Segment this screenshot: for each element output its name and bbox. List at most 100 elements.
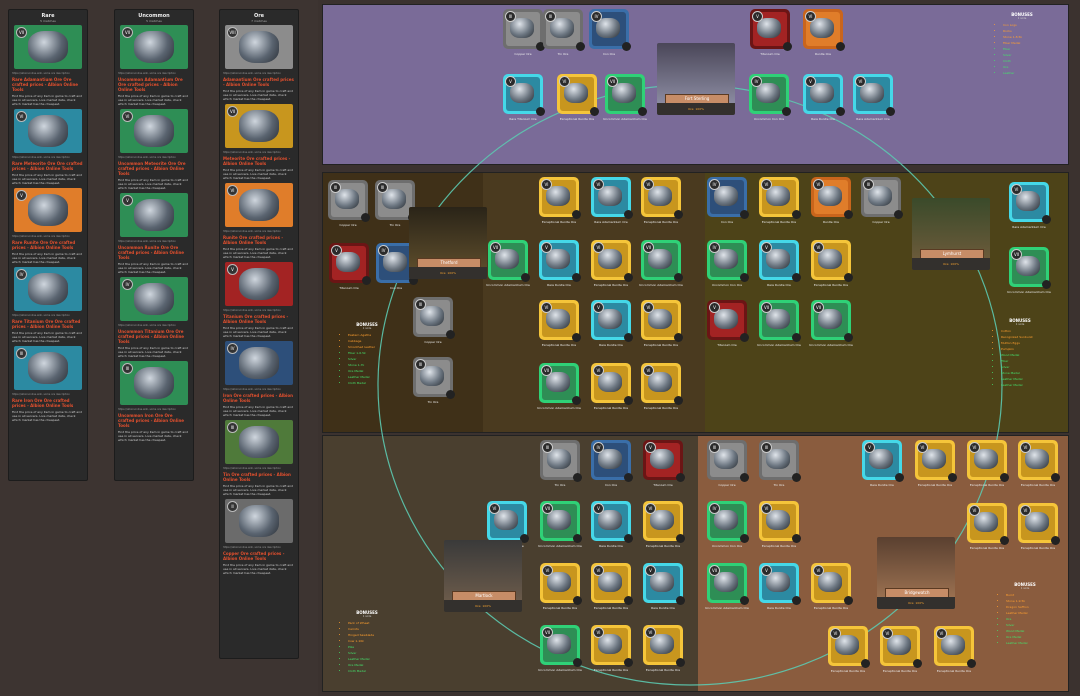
bonus-item: Cabbage xyxy=(348,339,394,343)
ore-item-tile[interactable]: V Rare Runite Ore xyxy=(643,563,685,610)
ore-item-tile[interactable]: VII Uncommon Adamantium Ore xyxy=(757,300,801,347)
ore-item-tile[interactable]: VI Exceptional Runite Ore xyxy=(967,503,1009,550)
ore-item-tile[interactable]: VI Exceptional Runite Ore xyxy=(811,563,853,610)
tier-badge: VI xyxy=(1020,505,1031,516)
ore-item-tile[interactable]: VI Runite Ore xyxy=(803,9,845,56)
ore-item-tile[interactable]: VII Uncommon Adamantium Ore xyxy=(538,625,582,672)
ore-item-tile[interactable]: VI Exceptional Runite Ore xyxy=(641,300,683,347)
ore-item-tile[interactable]: IV Uncommon Iron Ore xyxy=(707,501,749,548)
item-label: Exceptional Runite Ore xyxy=(813,283,849,287)
ore-item-tile[interactable]: III Copper Ore xyxy=(328,180,370,227)
ore-item-tile[interactable]: IV Uncommon Iron Ore xyxy=(707,240,749,287)
ore-item-tile[interactable]: VII Uncommon Adamantium Ore xyxy=(538,501,582,548)
city-card-lymhurst[interactable]: Lymhurst Ore: 100% xyxy=(912,198,990,270)
ore-item-tile[interactable]: VIRare Adamantium Ore xyxy=(591,177,633,224)
ore-item-tile[interactable]: V Rare Runite Ore xyxy=(759,240,801,287)
ore-item-tile[interactable]: VI Exceptional Runite Ore xyxy=(540,563,582,610)
ore-item-tile[interactable]: V Rare Runite Ore xyxy=(591,300,633,347)
item-label: Exceptional Runite Ore xyxy=(882,669,918,673)
tier-badge: VI xyxy=(917,442,928,453)
item-label: Rare Runite Ore xyxy=(651,606,675,610)
ore-item-tile[interactable]: VI Exceptional Runite Ore xyxy=(880,626,922,673)
ore-item-tile[interactable]: V Titanium Ore xyxy=(329,243,371,290)
ore-item-tile[interactable]: V Rare Titanium Ore xyxy=(503,74,545,121)
bonus-item: Stone Medal xyxy=(1001,371,1047,375)
ore-item-tile[interactable]: III Copper Ore xyxy=(707,440,749,487)
ore-item-tile[interactable]: III Copper Ore xyxy=(861,177,903,224)
ore-item-tile[interactable]: V Titanium Ore xyxy=(707,300,749,347)
item-label: Iron Ore xyxy=(720,220,734,224)
ore-item-tile[interactable]: VI Exceptional Runite Ore xyxy=(759,177,801,224)
legend-subtitle: 1 node xyxy=(1020,587,1030,590)
ore-item-tile[interactable]: VIRare Adamantium Ore xyxy=(487,501,529,548)
item-label: Exceptional Runite Ore xyxy=(593,606,629,610)
bonus-legend: BONUSES1 nodeBurntStone 1-9.5kDragon Saf… xyxy=(998,582,1052,647)
ore-item-tile[interactable]: VI Exceptional Runite Ore xyxy=(641,363,683,410)
ore-item-tile[interactable]: VI Exceptional Runite Ore xyxy=(643,501,685,548)
ore-item-tile[interactable]: V Rare Runite Ore xyxy=(539,240,581,287)
ore-item-tile[interactable]: III Tin Ore xyxy=(543,9,585,56)
ore-item-tile[interactable]: III Tin Ore xyxy=(759,440,801,487)
tier-badge: III xyxy=(761,442,772,453)
ore-item-tile[interactable]: VI Exceptional Runite Ore xyxy=(967,440,1009,487)
ore-item-tile[interactable]: VII Uncommon Adamantium Ore xyxy=(1007,247,1051,294)
ore-item-tile[interactable]: V Titanium Ore xyxy=(750,9,792,56)
ore-item-tile[interactable]: V Rare Runite Ore xyxy=(759,563,801,610)
ore-item-tile[interactable]: V Rare Runite Ore xyxy=(862,440,904,487)
tier-badge: VI xyxy=(593,627,604,638)
ore-item-tile[interactable]: VI Exceptional Runite Ore xyxy=(539,177,581,224)
bonus-item: Cotton xyxy=(1001,329,1047,333)
tier-badge: VII xyxy=(541,365,552,376)
city-card-thetford[interactable]: Thetford Ore: 100% xyxy=(409,207,487,279)
ore-item-tile[interactable]: IV Iron Ore xyxy=(707,177,749,224)
ore-item-tile[interactable]: VII Uncommon Adamantium Ore xyxy=(809,300,853,347)
ore-item-tile[interactable]: VI Exceptional Runite Ore xyxy=(643,625,685,672)
city-card-martlock[interactable]: Martlock Ore: 100% xyxy=(444,540,522,612)
ore-item-tile[interactable]: VI Exceptional Runite Ore xyxy=(591,363,633,410)
ore-item-tile[interactable]: VII Uncommon Adamantium Ore xyxy=(603,74,647,121)
city-card-fortsterling[interactable]: Fort Sterling Ore: 100% xyxy=(657,43,735,115)
ore-item-tile[interactable]: VI Exceptional Runite Ore xyxy=(641,177,683,224)
ore-item-tile[interactable]: V Rare Runite Ore xyxy=(591,501,633,548)
item-label: Copper Ore xyxy=(872,220,890,224)
ore-item-tile[interactable]: V Titanium Ore xyxy=(643,440,685,487)
ore-item-tile[interactable]: VI Exceptional Runite Ore xyxy=(539,300,581,347)
ore-item-tile[interactable]: III Copper Ore xyxy=(503,9,545,56)
ore-item-tile[interactable]: VI Exceptional Runite Ore xyxy=(591,563,633,610)
bonus-item: Recognized Sunburst xyxy=(1001,335,1047,339)
ore-item-tile[interactable]: VII Uncommon Adamantium Ore xyxy=(537,363,581,410)
ore-item-tile[interactable]: VIRare Adamantium Ore xyxy=(853,74,895,121)
item-label: Titanium Ore xyxy=(653,483,673,487)
ore-item-tile[interactable]: V Rare Runite Ore xyxy=(803,74,845,121)
item-label: Exceptional Runite Ore xyxy=(541,343,577,347)
tier-badge: III xyxy=(415,299,426,310)
ore-item-tile[interactable]: III Tin Ore xyxy=(413,357,455,404)
item-label: Rare Adamantium Ore xyxy=(856,117,890,121)
ore-item-tile[interactable]: III Copper Ore xyxy=(413,297,455,344)
ore-item-tile[interactable]: VI Exceptional Runite Ore xyxy=(557,74,599,121)
ore-item-tile[interactable]: VI Exceptional Runite Ore xyxy=(591,625,633,672)
ore-item-tile[interactable]: VI Exceptional Runite Ore xyxy=(915,440,957,487)
ore-item-tile[interactable]: VI Exceptional Runite Ore xyxy=(759,501,801,548)
ore-item-tile[interactable]: VI Exceptional Runite Ore xyxy=(591,240,633,287)
legend-subtitle: 1 node xyxy=(362,327,372,330)
ore-item-tile[interactable]: VI Exceptional Runite Ore xyxy=(828,626,870,673)
ore-item-tile[interactable]: VII Uncommon Adamantium Ore xyxy=(639,240,683,287)
bonus-item: Eastern Agatha xyxy=(348,333,394,337)
ore-item-tile[interactable]: VI Exceptional Runite Ore xyxy=(1018,503,1060,550)
bonus-legend: BONUSES1 nodePack of WheatCarrotsHinged … xyxy=(340,610,394,675)
ore-item-tile[interactable]: VIRare Adamantium Ore xyxy=(1009,182,1051,229)
city-card-bridgewatch[interactable]: Bridgewatch Ore: 100% xyxy=(877,537,955,609)
ore-item-tile[interactable]: VI Exceptional Runite Ore xyxy=(934,626,976,673)
ore-item-tile[interactable]: VII Uncommon Adamantium Ore xyxy=(486,240,530,287)
ore-item-tile[interactable]: VI Exceptional Runite Ore xyxy=(811,240,853,287)
ore-item-tile[interactable]: VII Uncommon Adamantium Ore xyxy=(705,563,749,610)
tier-badge: VI xyxy=(805,11,816,22)
ore-item-tile[interactable]: IV Iron Ore xyxy=(591,440,633,487)
ore-item-tile[interactable]: IV Uncommon Iron Ore xyxy=(749,74,791,121)
ore-item-tile[interactable]: III Tin Ore xyxy=(540,440,582,487)
ore-item-tile[interactable]: VI Exceptional Runite Ore xyxy=(1018,440,1060,487)
ore-item-tile[interactable]: IV Iron Ore xyxy=(589,9,631,56)
bonus-item: Hinged Sawblade xyxy=(348,633,394,637)
ore-item-tile[interactable]: VI Runite Ore xyxy=(811,177,853,224)
